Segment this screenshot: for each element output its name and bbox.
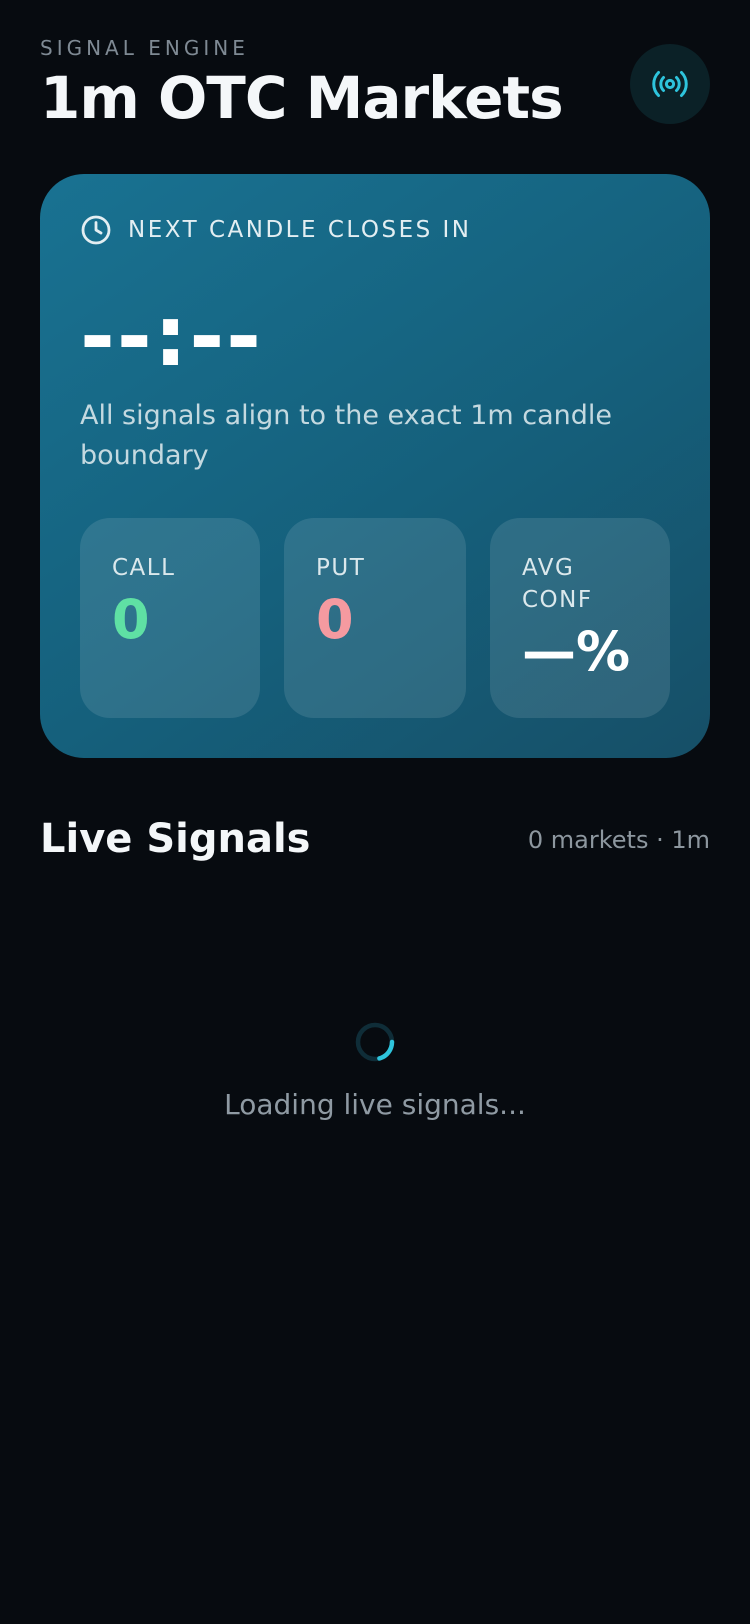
avg-conf-stat-tile: AVG CONF —% [490,518,670,718]
avg-conf-stat-value: —% [522,620,631,683]
call-stat-tile: CALL 0 [80,518,260,718]
put-stat-tile: PUT 0 [284,518,466,718]
avg-conf-stat-label: AVG CONF [522,555,593,613]
loading-text: Loading live signals... [224,1088,526,1121]
page-header: SIGNAL ENGINE 1m OTC Markets [40,36,710,136]
countdown-description: All signals align to the exact 1m candle… [80,400,613,471]
live-signals-meta: 0 markets · 1m [527,826,710,854]
broadcast-signal-icon [652,71,688,97]
call-stat-label: CALL [112,555,176,581]
clock-icon [81,215,111,245]
put-stat-value: 0 [316,588,354,651]
call-stat-value: 0 [112,588,150,651]
countdown-label: NEXT CANDLE CLOSES IN [128,217,472,243]
loading-spinner-icon [355,1022,395,1062]
page-title: 1m OTC Markets [40,64,564,132]
countdown-card: NEXT CANDLE CLOSES IN --:-- All signals … [40,174,710,758]
live-status-button[interactable] [630,44,710,124]
live-signals-header: Live Signals 0 markets · 1m [40,812,710,872]
countdown-timer: --:-- [80,287,264,385]
live-signals-title: Live Signals [40,816,311,862]
put-stat-label: PUT [316,555,366,581]
page-eyebrow: SIGNAL ENGINE [40,36,249,60]
countdown-card-header: NEXT CANDLE CLOSES IN [80,214,472,246]
